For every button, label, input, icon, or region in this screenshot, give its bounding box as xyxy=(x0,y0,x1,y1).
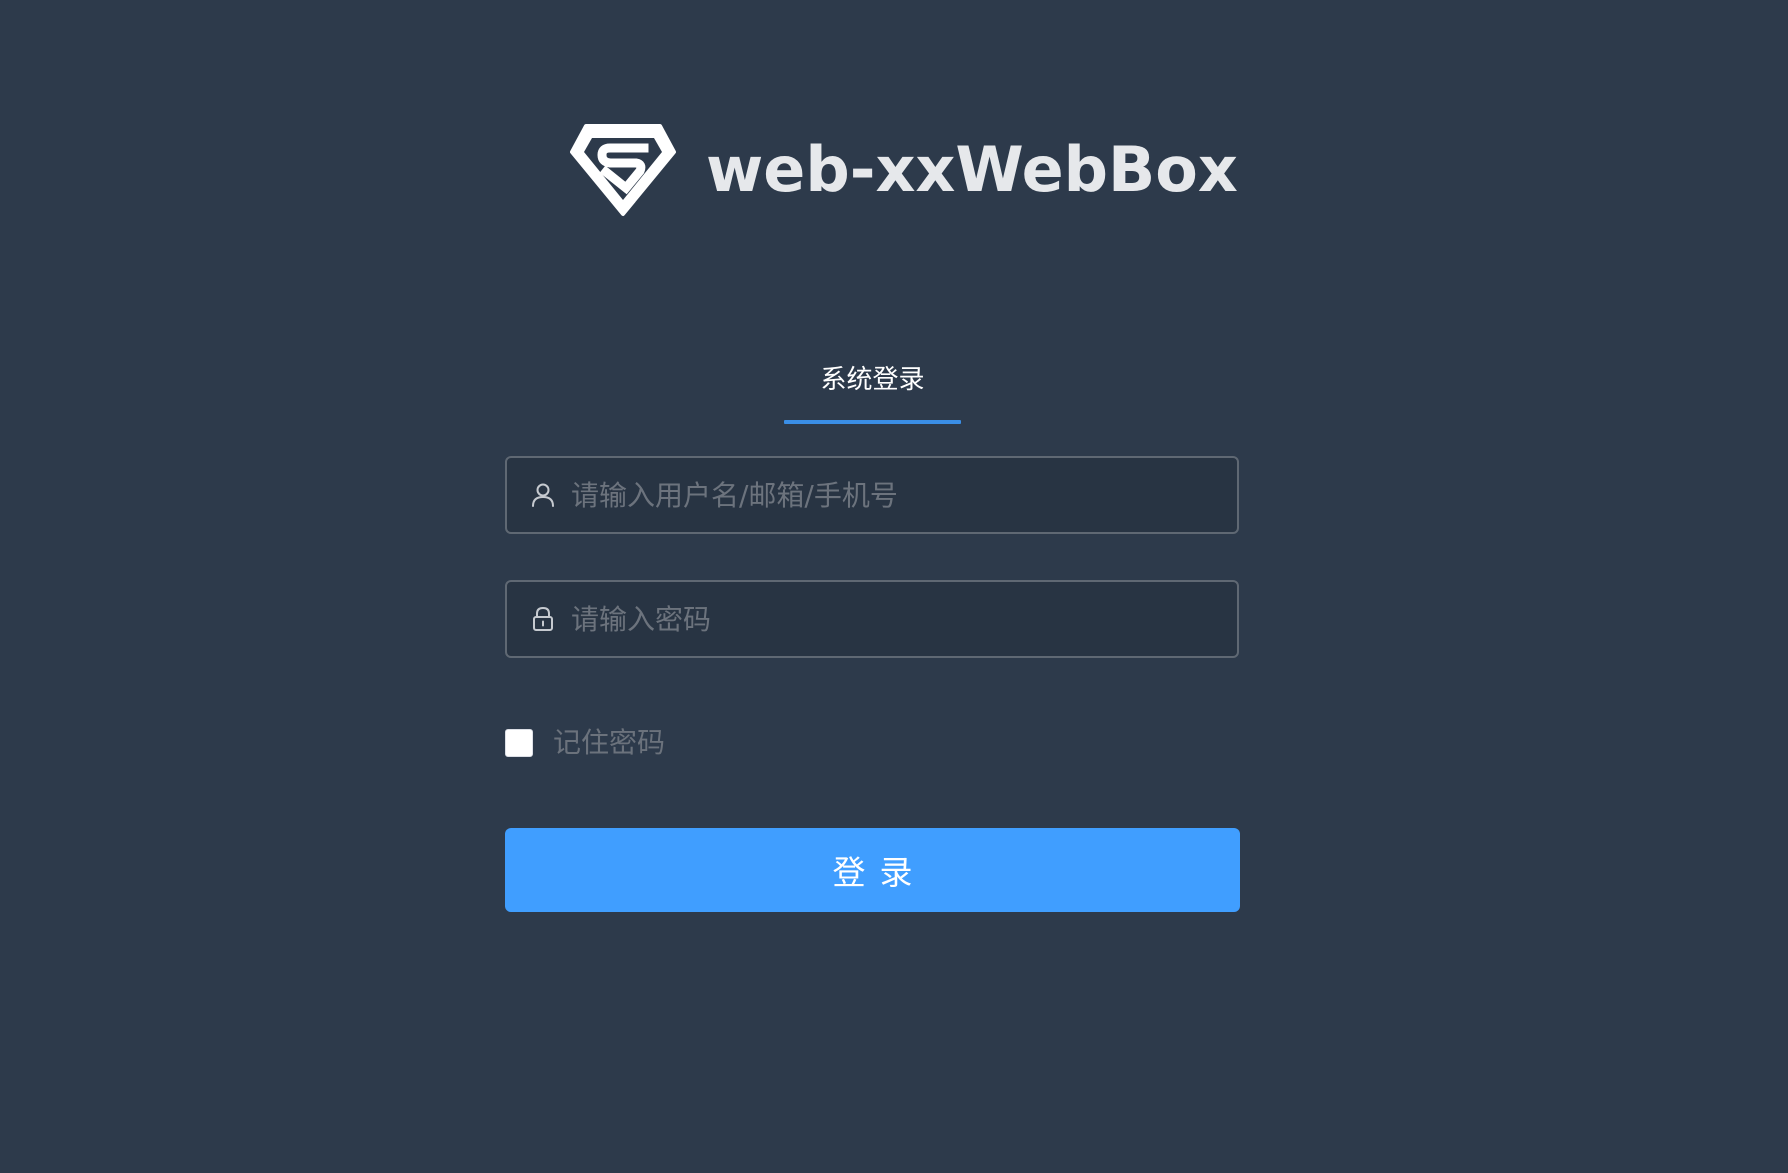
remember-label: 记住密码 xyxy=(553,726,666,759)
tab-label: 系统登录 xyxy=(820,365,925,395)
shield-s-logo-icon xyxy=(570,124,676,216)
tab-active-indicator xyxy=(784,420,961,424)
app-title: web-xxWebBox xyxy=(706,133,1238,206)
username-field[interactable] xyxy=(505,456,1239,534)
brand-header: web-xxWebBox xyxy=(570,122,1238,218)
remember-password[interactable]: 记住密码 xyxy=(505,727,665,759)
login-page: web-xxWebBox 系统登录 记住密码 登录 xyxy=(0,0,1788,1173)
password-input[interactable] xyxy=(571,589,1217,649)
user-icon xyxy=(532,483,554,507)
password-field[interactable] xyxy=(505,580,1239,658)
remember-checkbox[interactable] xyxy=(505,729,533,757)
tab-system-login[interactable]: 系统登录 xyxy=(784,358,961,424)
login-button[interactable]: 登录 xyxy=(505,828,1240,912)
username-input[interactable] xyxy=(571,465,1217,525)
lock-icon xyxy=(533,606,553,631)
